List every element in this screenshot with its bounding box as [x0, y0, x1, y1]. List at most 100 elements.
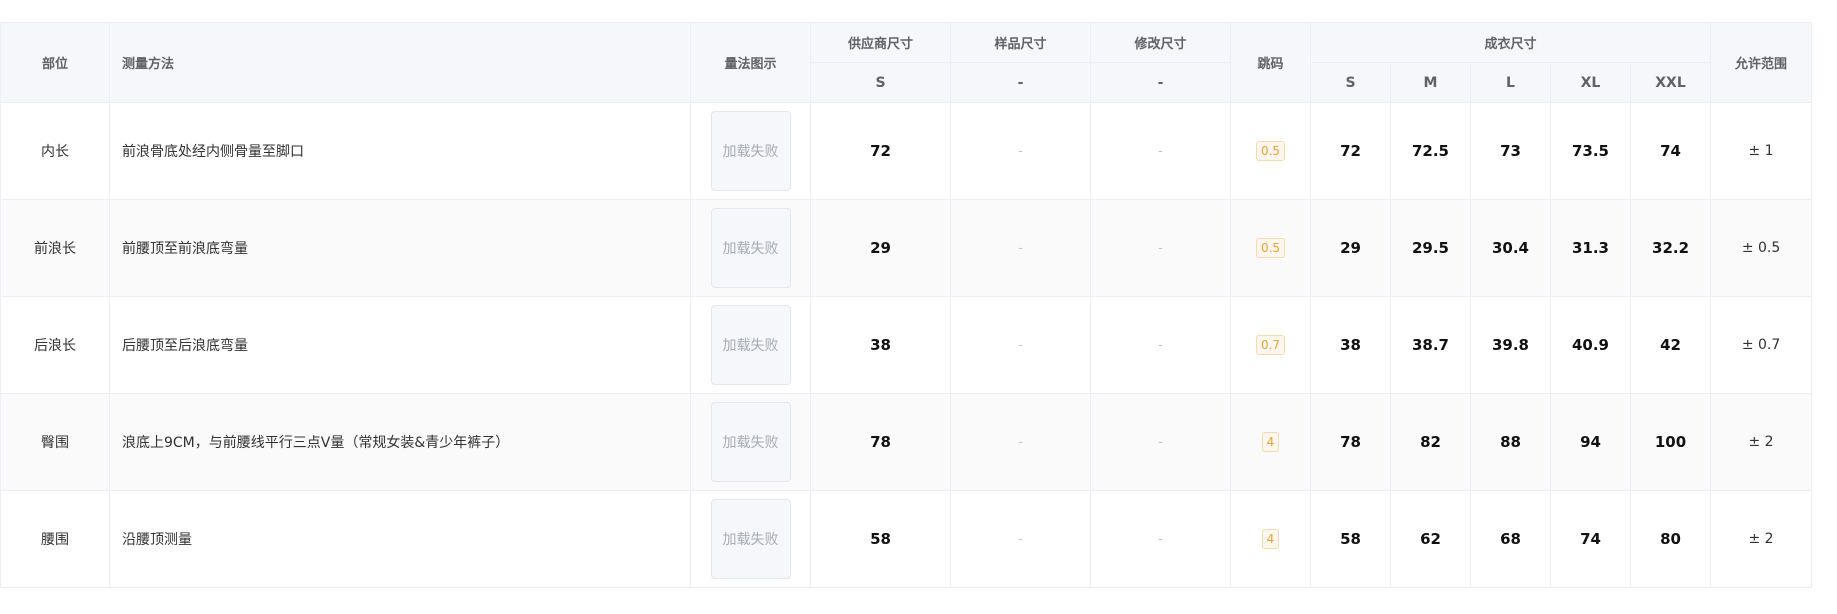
cell-supplier: 29 [810, 199, 951, 297]
cell-method: 沿腰顶测量 [109, 490, 691, 588]
cell-size-l: 88 [1470, 393, 1551, 491]
cell-size-l: 68 [1470, 490, 1551, 588]
cell-size-l: 73 [1470, 102, 1551, 200]
header-modified: 修改尺寸 [1090, 22, 1231, 63]
jump-badge: 4 [1261, 529, 1280, 549]
cell-size-s: 58 [1310, 490, 1391, 588]
cell-size-xl: 40.9 [1550, 296, 1631, 394]
image-placeholder[interactable]: 加载失败 [710, 305, 791, 385]
cell-method: 后腰顶至后浪底弯量 [109, 296, 691, 394]
cell-size-l: 30.4 [1470, 199, 1551, 297]
header-sample: 样品尺寸 [950, 22, 1091, 63]
header-sample-sub: - [950, 62, 1091, 103]
cell-supplier: 58 [810, 490, 951, 588]
cell-modified: - [1090, 296, 1231, 394]
cell-size-m: 29.5 [1390, 199, 1471, 297]
cell-jump: 0.5 [1230, 199, 1311, 297]
cell-modified: - [1090, 199, 1231, 297]
cell-supplier: 38 [810, 296, 951, 394]
header-part: 部位 [0, 22, 110, 103]
cell-sample: - [950, 199, 1091, 297]
cell-part: 内长 [0, 102, 110, 200]
cell-image: 加载失败 [690, 490, 811, 588]
cell-modified: - [1090, 393, 1231, 491]
image-placeholder[interactable]: 加载失败 [710, 402, 791, 482]
header-image: 量法图示 [690, 22, 811, 103]
cell-size-xxl: 42 [1629, 296, 1712, 394]
cell-method: 浪底上9CM，与前腰线平行三点V量（常规女装&青少年裤子） [109, 393, 691, 491]
cell-image: 加载失败 [690, 199, 811, 297]
table-row: 臀围 浪底上9CM，与前腰线平行三点V量（常规女装&青少年裤子） 加载失败 78… [0, 393, 1813, 491]
cell-size-m: 38.7 [1390, 296, 1471, 394]
cell-size-xxl: 32.2 [1629, 199, 1712, 297]
cell-sample: - [950, 102, 1091, 200]
header-size-xl: XL [1550, 62, 1631, 103]
cell-size-xxl: 80 [1629, 490, 1712, 588]
cell-jump: 4 [1230, 393, 1311, 491]
cell-tolerance: ± 2 [1710, 393, 1813, 491]
header-tolerance: 允许范围 [1710, 22, 1813, 103]
table-header: 部位 测量方法 量法图示 供应商尺寸 样品尺寸 修改尺寸 跳码 成衣尺寸 允许范… [0, 22, 1813, 103]
header-jump: 跳码 [1230, 22, 1311, 103]
cell-size-s: 38 [1310, 296, 1391, 394]
cell-size-s: 72 [1310, 102, 1391, 200]
cell-modified: - [1090, 490, 1231, 588]
cell-part: 前浪长 [0, 199, 110, 297]
cell-image: 加载失败 [690, 296, 811, 394]
table-row: 前浪长 前腰顶至前浪底弯量 加载失败 29 - - 0.5 29 29.5 30… [0, 199, 1813, 297]
cell-size-m: 82 [1390, 393, 1471, 491]
jump-badge: 0.7 [1255, 335, 1286, 355]
cell-size-xl: 31.3 [1550, 199, 1631, 297]
cell-image: 加载失败 [690, 393, 811, 491]
header-size-l: L [1470, 62, 1551, 103]
cell-part: 腰围 [0, 490, 110, 588]
jump-badge: 0.5 [1255, 141, 1286, 161]
header-size-xxl: XXL [1629, 62, 1712, 103]
cell-size-s: 29 [1310, 199, 1391, 297]
cell-supplier: 72 [810, 102, 951, 200]
image-placeholder[interactable]: 加载失败 [710, 499, 791, 579]
cell-jump: 0.5 [1230, 102, 1311, 200]
cell-sample: - [950, 393, 1091, 491]
cell-size-xxl: 74 [1629, 102, 1712, 200]
cell-tolerance: ± 2 [1710, 490, 1813, 588]
cell-size-xxl: 100 [1629, 393, 1712, 491]
cell-size-xl: 74 [1550, 490, 1631, 588]
header-modified-sub: - [1090, 62, 1231, 103]
cell-size-s: 78 [1310, 393, 1391, 491]
table-row: 腰围 沿腰顶测量 加载失败 58 - - 4 58 62 68 74 80 ± … [0, 490, 1813, 588]
image-placeholder[interactable]: 加载失败 [710, 111, 791, 191]
jump-badge: 0.5 [1255, 238, 1286, 258]
cell-size-xl: 94 [1550, 393, 1631, 491]
cell-size-l: 39.8 [1470, 296, 1551, 394]
cell-sample: - [950, 296, 1091, 394]
cell-jump: 4 [1230, 490, 1311, 588]
jump-badge: 4 [1261, 432, 1280, 452]
header-supplier-size: S [810, 62, 951, 103]
cell-size-xl: 73.5 [1550, 102, 1631, 200]
size-spec-table: 部位 测量方法 量法图示 供应商尺寸 样品尺寸 修改尺寸 跳码 成衣尺寸 允许范… [0, 22, 1813, 588]
cell-method: 前浪骨底处经内侧骨量至脚口 [109, 102, 691, 200]
cell-size-m: 62 [1390, 490, 1471, 588]
cell-supplier: 78 [810, 393, 951, 491]
cell-tolerance: ± 1 [1710, 102, 1813, 200]
cell-jump: 0.7 [1230, 296, 1311, 394]
cell-tolerance: ± 0.7 [1710, 296, 1813, 394]
header-garment: 成衣尺寸 [1309, 22, 1712, 63]
table-body: 内长 前浪骨底处经内侧骨量至脚口 加载失败 72 - - 0.5 72 72.5… [0, 102, 1813, 588]
image-placeholder[interactable]: 加载失败 [710, 208, 791, 288]
header-method: 测量方法 [109, 22, 691, 103]
cell-sample: - [950, 490, 1091, 588]
header-size-s: S [1310, 62, 1391, 103]
table-row: 后浪长 后腰顶至后浪底弯量 加载失败 38 - - 0.7 38 38.7 39… [0, 296, 1813, 394]
table-row: 内长 前浪骨底处经内侧骨量至脚口 加载失败 72 - - 0.5 72 72.5… [0, 102, 1813, 200]
cell-size-m: 72.5 [1390, 102, 1471, 200]
header-size-m: M [1390, 62, 1471, 103]
cell-method: 前腰顶至前浪底弯量 [109, 199, 691, 297]
cell-part: 后浪长 [0, 296, 110, 394]
cell-modified: - [1090, 102, 1231, 200]
cell-part: 臀围 [0, 393, 110, 491]
cell-image: 加载失败 [690, 102, 811, 200]
size-table-container: 部位 测量方法 量法图示 供应商尺寸 样品尺寸 修改尺寸 跳码 成衣尺寸 允许范… [0, 22, 1813, 588]
cell-tolerance: ± 0.5 [1710, 199, 1813, 297]
